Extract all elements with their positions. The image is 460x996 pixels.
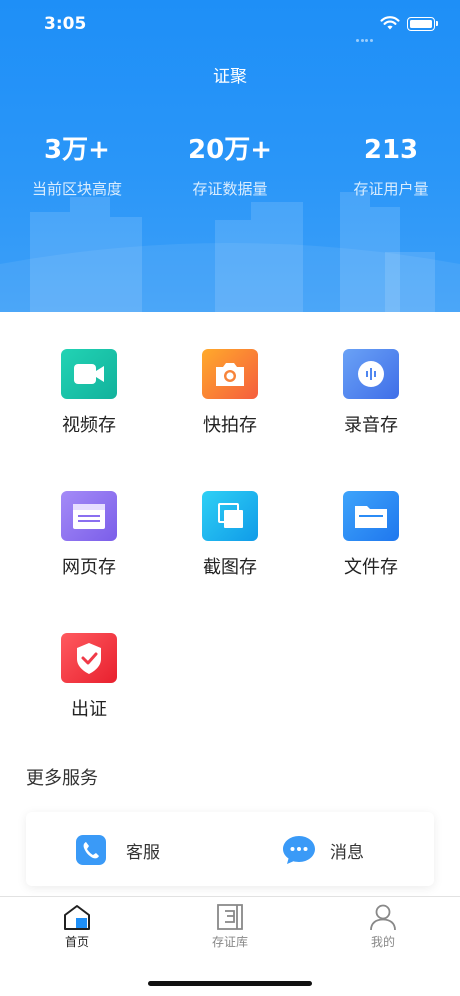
battery-icon <box>407 17 438 31</box>
wifi-icon <box>380 16 400 30</box>
video-camera-icon <box>61 349 117 399</box>
webpage-icon <box>61 491 117 541</box>
feature-label: 快拍存 <box>203 415 257 436</box>
stat-value: 213 <box>363 135 419 165</box>
stat-label: 当前区块高度 <box>31 180 122 198</box>
stat-data-volume: 20万+ 存证数据量 <box>150 132 310 199</box>
stat-value: 3万+ <box>44 135 110 165</box>
home-indicator[interactable] <box>148 981 312 986</box>
signal-icon <box>356 27 374 42</box>
service-label: 客服 <box>126 842 160 863</box>
library-icon <box>217 904 243 930</box>
tab-evidence-library[interactable]: 存证库 <box>190 903 270 950</box>
status-time: 3:05 <box>44 14 87 34</box>
tab-label: 首页 <box>64 935 89 949</box>
folder-icon <box>343 491 399 541</box>
feature-screenshot-evidence[interactable]: 截图存 <box>170 491 290 579</box>
tab-profile[interactable]: 我的 <box>343 903 423 950</box>
tab-label: 我的 <box>370 935 395 949</box>
more-services-title: 更多服务 <box>26 768 98 789</box>
tab-home[interactable]: 首页 <box>37 903 117 950</box>
shield-check-icon <box>61 633 117 683</box>
stat-label: 存证用户量 <box>353 180 429 198</box>
stat-value: 20万+ <box>188 135 272 165</box>
feature-label: 出证 <box>71 699 107 720</box>
header-banner: 3:05 证聚 3万+ 当前区块高度 20万+ 存证数据量 213 存证用户量 <box>0 0 460 312</box>
city-skyline-illustration <box>0 192 460 312</box>
feature-file-evidence[interactable]: 文件存 <box>311 491 431 579</box>
user-icon <box>370 904 396 931</box>
screenshot-icon <box>202 491 258 541</box>
service-customer-support[interactable]: 客服 <box>76 834 160 866</box>
stat-label: 存证数据量 <box>192 180 268 198</box>
feature-photo-evidence[interactable]: 快拍存 <box>170 349 290 437</box>
feature-label: 截图存 <box>203 557 257 578</box>
service-label: 消息 <box>330 842 364 863</box>
feature-issue-certificate[interactable]: 出证 <box>29 633 149 721</box>
service-messages[interactable]: 消息 <box>282 834 364 866</box>
audio-icon <box>343 349 399 399</box>
page-title: 证聚 <box>213 67 247 87</box>
home-icon <box>64 905 90 930</box>
feature-label: 录音存 <box>344 415 398 436</box>
stat-block-height: 3万+ 当前区块高度 <box>0 132 157 199</box>
status-bar: 3:05 <box>0 0 460 50</box>
tab-label: 存证库 <box>211 935 248 949</box>
feature-label: 网页存 <box>62 557 116 578</box>
chat-bubble-icon <box>283 836 315 864</box>
feature-label: 视频存 <box>62 415 116 436</box>
more-services-card: 客服 消息 <box>26 812 434 886</box>
feature-label: 文件存 <box>344 557 398 578</box>
camera-icon <box>202 349 258 399</box>
phone-icon <box>76 835 106 865</box>
feature-audio-evidence[interactable]: 录音存 <box>311 349 431 437</box>
feature-webpage-evidence[interactable]: 网页存 <box>29 491 149 579</box>
stat-user-count: 213 存证用户量 <box>311 132 460 199</box>
feature-video-evidence[interactable]: 视频存 <box>29 349 149 437</box>
